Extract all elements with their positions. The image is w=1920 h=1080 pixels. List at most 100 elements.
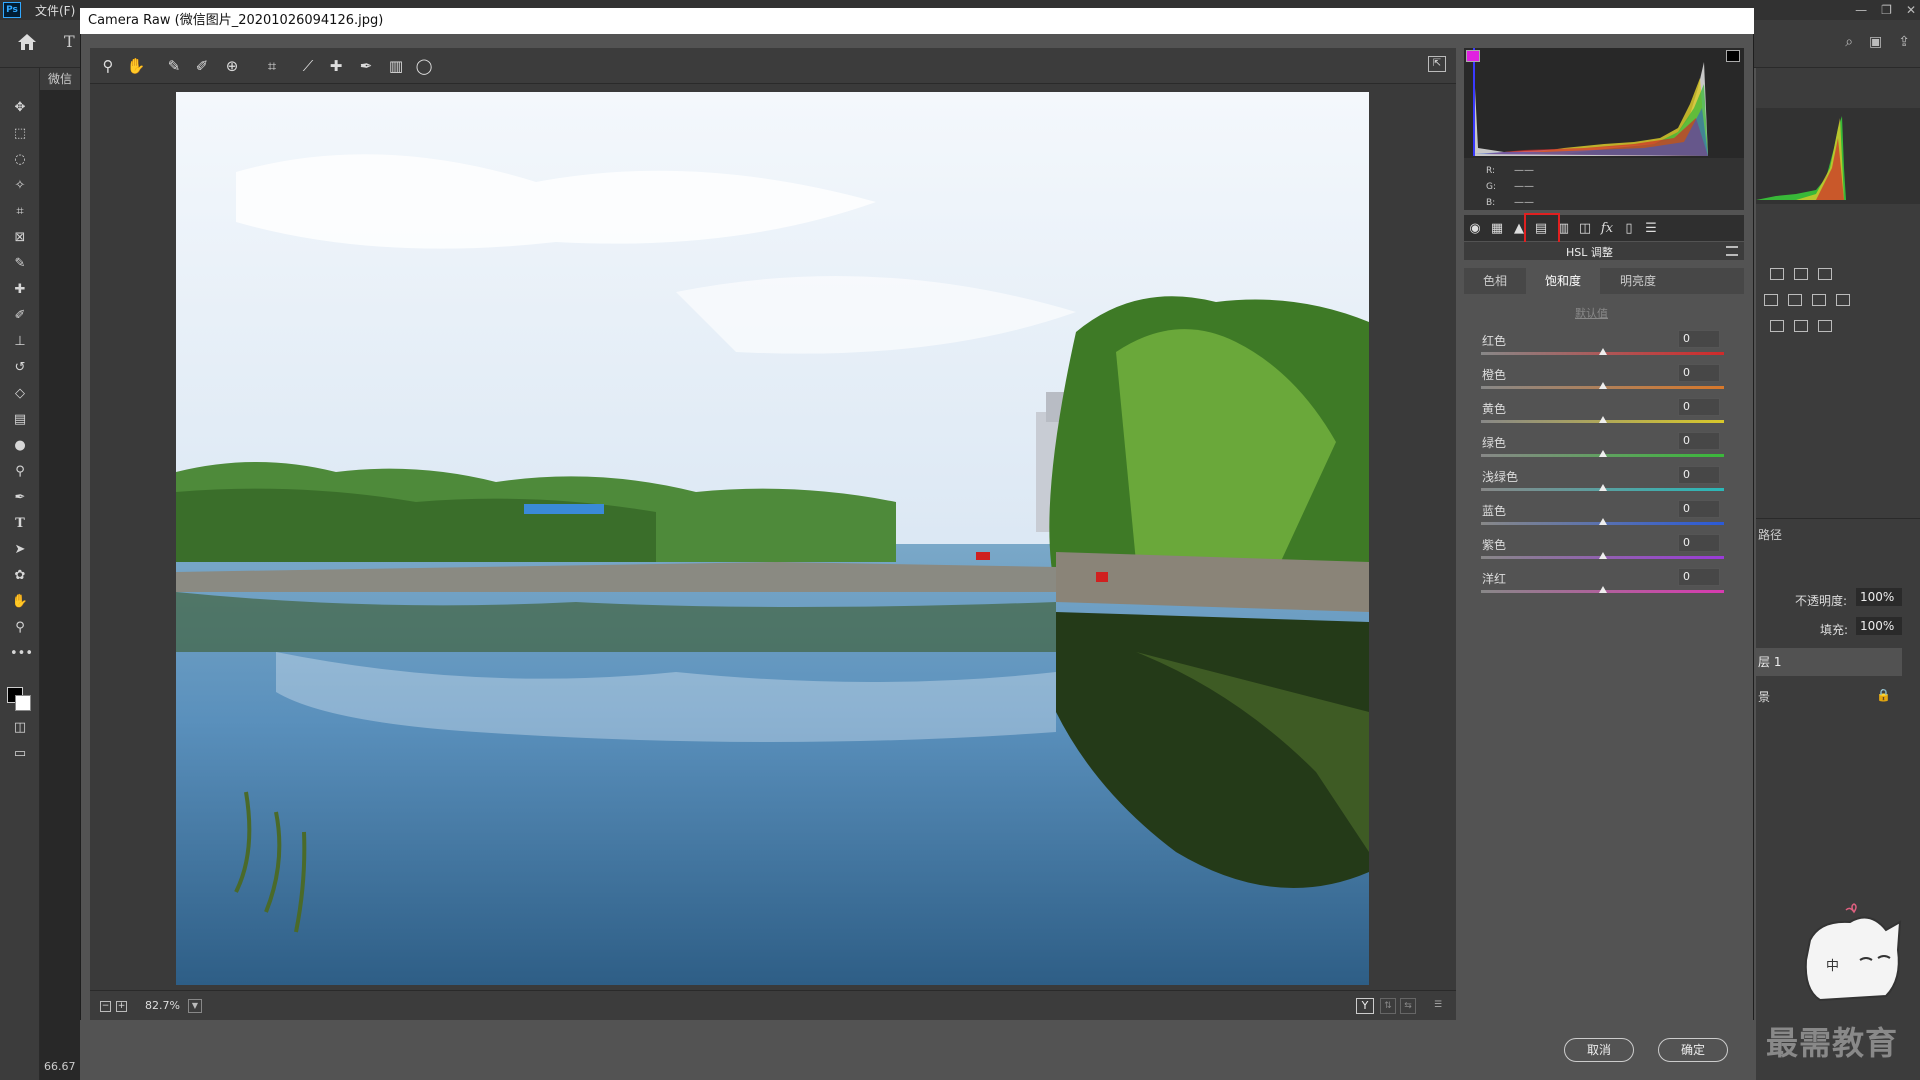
frame-tool-icon[interactable]: ⊠ xyxy=(10,228,30,248)
document-tab[interactable]: 微信 xyxy=(40,68,80,90)
eyedropper-tool-icon[interactable]: ✎ xyxy=(10,254,30,274)
marquee-tool-icon[interactable]: ⬚ xyxy=(10,124,30,144)
open-preferences-icon[interactable]: ⇱ xyxy=(1428,56,1446,72)
adjustment-brush-icon[interactable]: ✒ xyxy=(356,56,376,76)
tab-paths[interactable]: 路径 xyxy=(1758,526,1782,543)
slider-value-input[interactable]: 0 xyxy=(1678,568,1720,586)
home-icon[interactable] xyxy=(16,32,38,52)
history-brush-icon[interactable]: ↺ xyxy=(10,358,30,378)
type-tool-icon[interactable]: T xyxy=(10,514,30,534)
shadow-clipping-toggle[interactable] xyxy=(1466,50,1480,62)
bw-adjust-icon[interactable] xyxy=(1764,294,1778,306)
minimize-icon[interactable]: — xyxy=(1855,3,1867,17)
targeted-adjust-icon[interactable]: ⊕ xyxy=(222,56,242,76)
workspace-icon[interactable]: ▣ xyxy=(1869,34,1882,50)
copy-settings-icon[interactable]: ⇆ xyxy=(1400,998,1416,1014)
slider-thumb[interactable] xyxy=(1598,586,1607,593)
screen-mode-icon[interactable]: ▭ xyxy=(10,744,30,764)
layer-row-1[interactable]: 层 1 xyxy=(1756,648,1902,676)
slider-value-input[interactable]: 0 xyxy=(1678,500,1720,518)
crop-tool-icon[interactable]: ⌗ xyxy=(10,202,30,222)
graduated-filter-icon[interactable]: ▥ xyxy=(386,56,406,76)
tab-hue[interactable]: 色相 xyxy=(1464,268,1526,294)
slider-thumb[interactable] xyxy=(1598,450,1607,457)
zoom-tool-icon[interactable]: ⚲ xyxy=(10,618,30,638)
chevron-down-icon[interactable]: ▼ xyxy=(188,999,202,1013)
slider-value-input[interactable]: 0 xyxy=(1678,398,1720,416)
panel-menu-icon[interactable] xyxy=(1726,246,1738,256)
blur-tool-icon[interactable]: ● xyxy=(10,436,30,456)
channel-mixer-icon[interactable] xyxy=(1812,294,1826,306)
slider-value-input[interactable]: 0 xyxy=(1678,330,1720,348)
tab-effects-icon[interactable]: fx xyxy=(1599,221,1615,236)
background-color-swatch[interactable] xyxy=(15,695,31,711)
curves-adjust-icon[interactable] xyxy=(1794,268,1808,280)
move-tool-icon[interactable]: ✥ xyxy=(10,98,30,118)
hand-tool-icon[interactable]: ✋ xyxy=(10,592,30,612)
fill-input[interactable]: 100% xyxy=(1856,617,1902,635)
radial-filter-icon[interactable]: ◯ xyxy=(414,56,434,76)
defaults-link[interactable]: 默认值 xyxy=(1575,305,1608,321)
slider-thumb[interactable] xyxy=(1598,382,1607,389)
lasso-tool-icon[interactable]: ◌ xyxy=(10,150,30,170)
gradient-tool-icon[interactable]: ▤ xyxy=(10,410,30,430)
quick-mask-icon[interactable]: ◫ xyxy=(10,718,30,738)
slider-value-input[interactable]: 0 xyxy=(1678,534,1720,552)
slider-thumb[interactable] xyxy=(1598,552,1607,559)
brightness-adjust-icon[interactable] xyxy=(1770,268,1784,280)
slider-thumb[interactable] xyxy=(1598,518,1607,525)
invert-icon[interactable] xyxy=(1770,320,1784,332)
view-settings-icon[interactable]: ☰ xyxy=(1430,998,1446,1014)
stamp-tool-icon[interactable]: ⊥ xyxy=(10,332,30,352)
opacity-input[interactable]: 100% xyxy=(1856,588,1902,606)
tab-luminance[interactable]: 明亮度 xyxy=(1600,268,1676,294)
shape-tool-icon[interactable]: ✿ xyxy=(10,566,30,586)
restore-icon[interactable]: ❐ xyxy=(1881,3,1892,17)
swap-view-icon[interactable]: ⇅ xyxy=(1380,998,1396,1014)
selective-color-icon[interactable] xyxy=(1794,320,1808,332)
before-after-toggle[interactable]: Y xyxy=(1356,998,1374,1014)
tab-presets-icon[interactable]: ☰ xyxy=(1643,221,1659,236)
zoom-in-icon[interactable]: + xyxy=(116,1001,127,1012)
slider-value-input[interactable]: 0 xyxy=(1678,364,1720,382)
tab-saturation[interactable]: 饱和度 xyxy=(1526,268,1600,294)
hand-tool-icon[interactable]: ✋ xyxy=(126,56,146,76)
white-balance-tool-icon[interactable]: ✎ xyxy=(164,56,184,76)
menu-file[interactable]: 文件(F) xyxy=(35,2,75,19)
tab-calibration-icon[interactable]: ▯ xyxy=(1621,221,1637,236)
photo-filter-icon[interactable] xyxy=(1788,294,1802,306)
type-tool-options-icon[interactable]: T xyxy=(64,32,75,51)
search-icon[interactable]: ⌕ xyxy=(1845,34,1853,50)
zoom-out-icon[interactable]: − xyxy=(100,1001,111,1012)
cancel-button[interactable]: 取消 xyxy=(1564,1038,1634,1062)
zoom-level-field[interactable]: 82.7% xyxy=(136,997,186,1015)
slider-value-input[interactable]: 0 xyxy=(1678,432,1720,450)
close-icon[interactable]: ✕ xyxy=(1906,3,1916,17)
path-select-icon[interactable]: ➤ xyxy=(10,540,30,560)
tab-lens-icon[interactable]: ◫ xyxy=(1577,221,1593,236)
zoom-tool-icon[interactable]: ⚲ xyxy=(98,56,118,76)
color-sampler-tool-icon[interactable]: ✐ xyxy=(192,56,212,76)
gradient-map-icon[interactable] xyxy=(1818,268,1832,280)
dodge-tool-icon[interactable]: ⚲ xyxy=(10,462,30,482)
slider-thumb[interactable] xyxy=(1598,484,1607,491)
threshold-icon[interactable] xyxy=(1818,320,1832,332)
slider-thumb[interactable] xyxy=(1598,416,1607,423)
share-icon[interactable]: ⇪ xyxy=(1898,34,1910,50)
more-tools-icon[interactable]: ••• xyxy=(10,644,33,664)
slider-value-input[interactable]: 0 xyxy=(1678,466,1720,484)
crop-tool-icon[interactable]: ⌗ xyxy=(262,56,282,76)
healing-tool-icon[interactable]: ✚ xyxy=(10,280,30,300)
ok-button[interactable]: 确定 xyxy=(1658,1038,1728,1062)
pen-tool-icon[interactable]: ✒ xyxy=(10,488,30,508)
highlight-clipping-toggle[interactable] xyxy=(1726,50,1740,62)
eraser-tool-icon[interactable]: ◇ xyxy=(10,384,30,404)
tab-tone-curve-icon[interactable]: ▦ xyxy=(1489,221,1505,236)
magic-wand-icon[interactable]: ✧ xyxy=(10,176,30,196)
brush-tool-icon[interactable]: ✐ xyxy=(10,306,30,326)
color-lookup-icon[interactable] xyxy=(1836,294,1850,306)
tab-basic-icon[interactable]: ◉ xyxy=(1467,221,1483,236)
straighten-tool-icon[interactable]: ⟋ xyxy=(298,56,318,76)
spot-removal-icon[interactable]: ✚ xyxy=(326,56,346,76)
slider-thumb[interactable] xyxy=(1598,348,1607,355)
